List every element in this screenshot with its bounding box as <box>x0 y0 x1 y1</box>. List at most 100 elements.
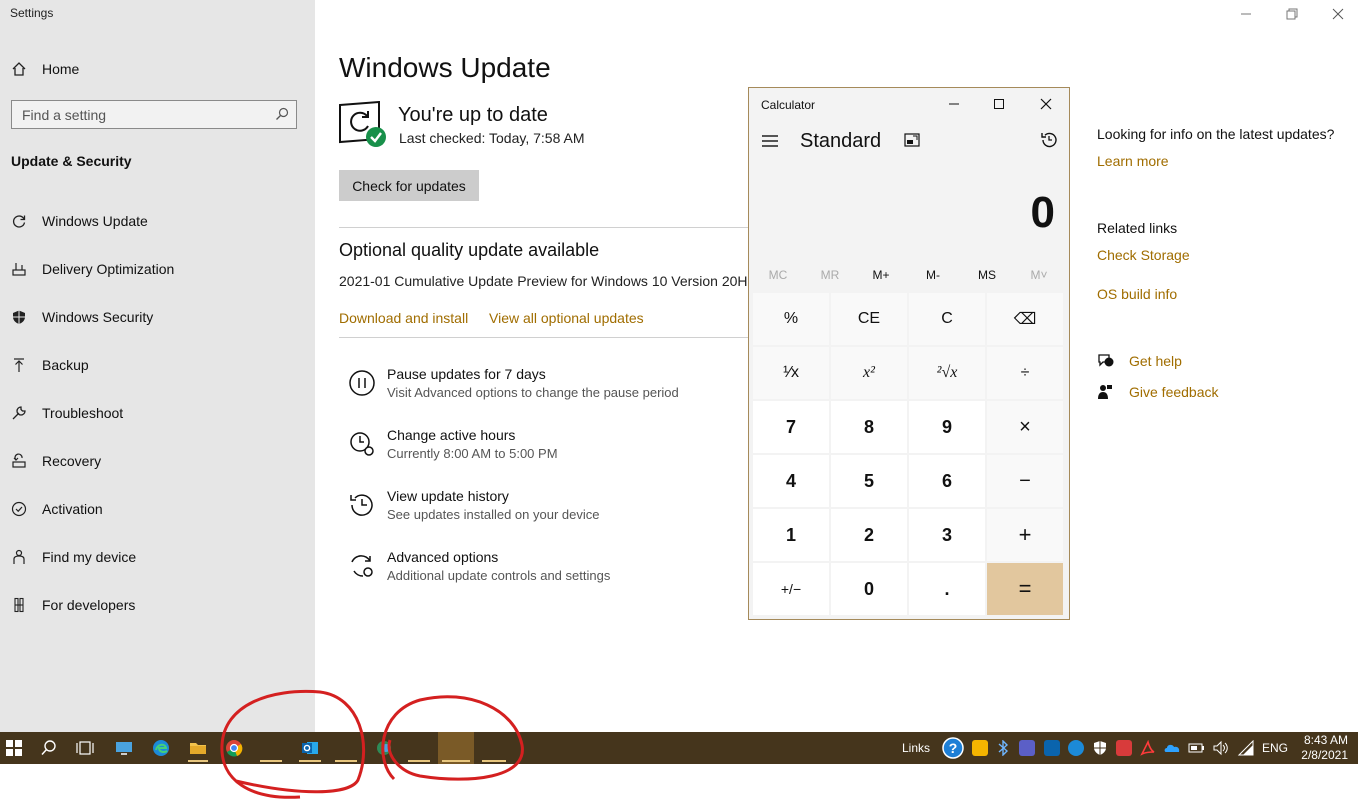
help-tray-icon[interactable]: ? <box>942 737 964 764</box>
memory-store-button[interactable]: MS <box>961 268 1013 282</box>
digit-0-key[interactable]: 0 <box>831 563 907 615</box>
digit-4-key[interactable]: 4 <box>753 455 829 507</box>
sidebar-item-label: Recovery <box>42 453 102 469</box>
links-toolbar[interactable]: Links <box>902 741 930 755</box>
minimize-icon[interactable] <box>1236 4 1256 24</box>
calculator-minimize-icon[interactable] <box>942 94 966 114</box>
decimal-key[interactable]: . <box>909 563 985 615</box>
clear-key[interactable]: C <box>909 293 985 345</box>
sidebar-item-delivery-optimization[interactable]: Delivery Optimization <box>10 254 174 284</box>
svg-text:?: ? <box>949 740 958 756</box>
digit-7-key[interactable]: 7 <box>753 401 829 453</box>
digit-8-key[interactable]: 8 <box>831 401 907 453</box>
get-help-link[interactable]: Get help <box>1129 353 1182 369</box>
sidebar-item-home[interactable]: Home <box>10 54 79 84</box>
square-root-key[interactable]: ²√x <box>909 347 985 399</box>
sidebar-item-for-developers[interactable]: For developers <box>10 590 135 620</box>
input-language-indicator[interactable]: ENG <box>1262 741 1288 755</box>
divide-key[interactable]: ÷ <box>987 347 1063 399</box>
multiply-key[interactable]: × <box>987 401 1063 453</box>
refresh-icon <box>10 212 28 230</box>
taskbar-app-slot[interactable] <box>404 732 434 764</box>
sidebar-item-recovery[interactable]: Recovery <box>10 446 101 476</box>
close-icon[interactable] <box>1328 4 1348 24</box>
check-storage-link[interactable]: Check Storage <box>1097 247 1190 263</box>
download-and-install-link[interactable]: Download and install <box>339 310 468 326</box>
calculator-close-icon[interactable] <box>1034 94 1058 114</box>
digit-2-key[interactable]: 2 <box>831 509 907 561</box>
app-icon[interactable] <box>370 732 398 764</box>
task-view-icon[interactable] <box>72 732 98 764</box>
check-for-updates-button[interactable]: Check for updates <box>339 170 479 201</box>
volume-icon[interactable] <box>1212 740 1228 756</box>
search-box[interactable] <box>11 100 297 129</box>
subtract-key[interactable]: − <box>987 455 1063 507</box>
percent-key[interactable]: % <box>753 293 829 345</box>
acrobat-icon[interactable] <box>1140 739 1156 756</box>
digit-3-key[interactable]: 3 <box>909 509 985 561</box>
reciprocal-key[interactable]: ¹⁄x <box>753 347 829 399</box>
taskbar-app-slot[interactable] <box>256 732 286 764</box>
calculator-maximize-icon[interactable] <box>987 94 1011 114</box>
restore-icon[interactable] <box>1282 4 1302 24</box>
sidebar-item-label: Windows Security <box>42 309 154 325</box>
taskbar-app-slot[interactable] <box>331 732 361 764</box>
outlook-icon[interactable] <box>295 732 325 764</box>
equals-key[interactable]: = <box>987 563 1063 615</box>
memory-recall-button[interactable]: MR <box>804 268 856 282</box>
skype-icon[interactable] <box>1068 740 1084 756</box>
view-all-optional-updates-link[interactable]: View all optional updates <box>489 310 644 326</box>
outlook-tray-icon[interactable] <box>1044 740 1060 756</box>
memory-subtract-button[interactable]: M- <box>907 268 959 282</box>
optional-update-description: 2021-01 Cumulative Update Preview for Wi… <box>339 273 756 289</box>
backspace-key[interactable]: ⌫ <box>987 293 1063 345</box>
option-subtitle: Visit Advanced options to change the pau… <box>387 385 679 400</box>
calculator-display: 0 <box>1030 188 1055 237</box>
start-windows-icon[interactable] <box>0 732 28 764</box>
learn-more-link[interactable]: Learn more <box>1097 153 1169 169</box>
memory-add-button[interactable]: M+ <box>855 268 907 282</box>
sidebar-item-find-my-device[interactable]: Find my device <box>10 542 136 572</box>
sidebar-item-backup[interactable]: Backup <box>10 350 89 380</box>
taskbar-clock[interactable]: 8:43 AM 2/8/2021 <box>1301 733 1348 763</box>
digit-5-key[interactable]: 5 <box>831 455 907 507</box>
tray-app-icon[interactable] <box>1116 740 1132 756</box>
history-icon[interactable] <box>1040 131 1058 154</box>
edge-browser-icon[interactable] <box>148 732 174 764</box>
onedrive-icon[interactable] <box>1164 740 1180 756</box>
search-icon[interactable] <box>36 732 62 764</box>
sidebar-item-troubleshoot[interactable]: Troubleshoot <box>10 398 123 428</box>
bluetooth-icon[interactable] <box>997 739 1009 757</box>
teams-icon[interactable] <box>1019 740 1035 756</box>
square-key[interactable]: x² <box>831 347 907 399</box>
hamburger-menu-icon[interactable] <box>761 134 779 153</box>
remote-desktop-icon[interactable] <box>111 732 137 764</box>
wifi-icon[interactable] <box>1237 739 1254 756</box>
search-input[interactable] <box>12 101 262 128</box>
search-icon[interactable] <box>275 107 289 126</box>
section-heading: Update & Security <box>11 153 132 169</box>
chrome-browser-icon[interactable] <box>220 732 248 764</box>
calculator-taskbar-button[interactable] <box>438 732 474 764</box>
add-key[interactable]: + <box>987 509 1063 561</box>
clear-entry-key[interactable]: CE <box>831 293 907 345</box>
file-explorer-icon[interactable] <box>184 732 212 764</box>
taskbar-app-slot[interactable] <box>478 732 510 764</box>
sidebar-item-label: Delivery Optimization <box>42 261 175 277</box>
sidebar-item-label: Activation <box>42 501 103 517</box>
negate-key[interactable]: +/− <box>753 563 829 615</box>
memory-list-button[interactable]: M˅ <box>1013 268 1065 282</box>
security-shield-icon[interactable] <box>1092 740 1108 756</box>
memory-clear-button[interactable]: MC <box>752 268 804 282</box>
keep-on-top-icon[interactable] <box>904 133 920 152</box>
digit-9-key[interactable]: 9 <box>909 401 985 453</box>
battery-icon[interactable] <box>1188 740 1204 756</box>
tray-app-icon[interactable] <box>972 740 988 756</box>
digit-6-key[interactable]: 6 <box>909 455 985 507</box>
sidebar-item-activation[interactable]: Activation <box>10 494 103 524</box>
digit-1-key[interactable]: 1 <box>753 509 829 561</box>
give-feedback-link[interactable]: Give feedback <box>1129 384 1219 400</box>
sidebar-item-windows-update[interactable]: Windows Update <box>10 206 148 236</box>
sidebar-item-windows-security[interactable]: Windows Security <box>10 302 153 332</box>
os-build-info-link[interactable]: OS build info <box>1097 286 1177 302</box>
